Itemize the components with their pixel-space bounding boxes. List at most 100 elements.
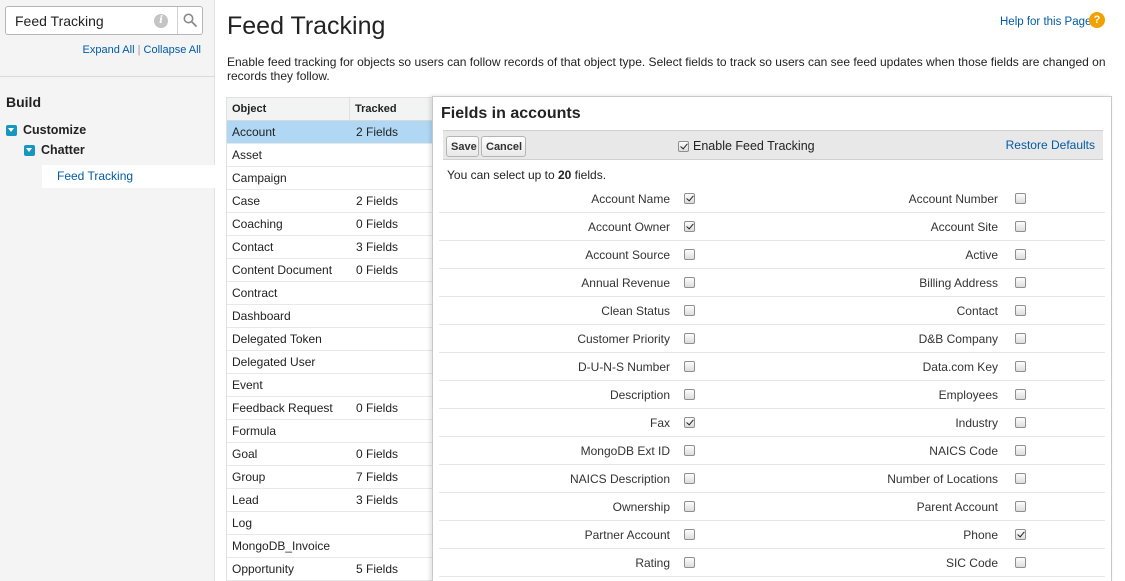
field-label: Contact bbox=[956, 304, 998, 318]
search-button[interactable] bbox=[178, 7, 203, 34]
field-label: Industry bbox=[955, 416, 998, 430]
enable-feed-tracking-checkbox[interactable] bbox=[678, 140, 689, 152]
field-checkbox[interactable] bbox=[1015, 389, 1026, 400]
field-checkbox[interactable] bbox=[1015, 473, 1026, 484]
object-row[interactable]: Content Document 0 Fields bbox=[227, 259, 433, 282]
quick-find-input[interactable] bbox=[6, 7, 146, 34]
field-checkbox[interactable] bbox=[1015, 249, 1026, 260]
collapse-all-link[interactable]: Collapse All bbox=[144, 44, 201, 56]
field-checkbox[interactable] bbox=[684, 501, 695, 512]
expand-all-link[interactable]: Expand All bbox=[83, 44, 135, 56]
field-checkbox[interactable] bbox=[684, 277, 695, 288]
tracked-count: 5 Fields bbox=[356, 562, 399, 576]
field-checkbox[interactable] bbox=[1015, 333, 1026, 344]
field-checkbox[interactable] bbox=[684, 445, 695, 456]
field-checkbox[interactable] bbox=[684, 249, 695, 260]
object-row[interactable]: Case 2 Fields bbox=[227, 190, 433, 213]
field-label: NAICS Description bbox=[569, 472, 670, 486]
help-icon[interactable]: ? bbox=[1089, 12, 1105, 28]
object-row[interactable]: Event bbox=[227, 374, 433, 397]
object-row[interactable]: Formula bbox=[227, 420, 433, 443]
object-name[interactable]: Delegated Token bbox=[227, 328, 351, 350]
object-name[interactable]: Asset bbox=[227, 144, 351, 166]
field-checkbox[interactable] bbox=[684, 193, 695, 204]
object-row[interactable]: Delegated Token bbox=[227, 328, 433, 351]
object-name[interactable]: Formula bbox=[227, 420, 351, 442]
object-name[interactable]: Campaign bbox=[227, 167, 351, 189]
tree-node-chatter[interactable]: Chatter bbox=[24, 143, 85, 157]
field-checkbox[interactable] bbox=[684, 361, 695, 372]
field-label: Partner Account bbox=[584, 528, 670, 542]
object-row[interactable]: MongoDB_Invoice bbox=[227, 535, 433, 558]
tracked-count bbox=[351, 328, 356, 350]
object-row[interactable]: Lead 3 Fields bbox=[227, 489, 433, 512]
object-row[interactable]: Group 7 Fields bbox=[227, 466, 433, 489]
field-checkbox[interactable] bbox=[684, 557, 695, 568]
field-checkbox[interactable] bbox=[1015, 501, 1026, 512]
restore-defaults-link[interactable]: Restore Defaults bbox=[1006, 138, 1095, 152]
object-row[interactable]: Delegated User bbox=[227, 351, 433, 374]
field-row: Description Employees bbox=[439, 381, 1105, 409]
tracked-count bbox=[351, 420, 356, 442]
object-row[interactable]: Account 2 Fields bbox=[227, 121, 433, 144]
object-name[interactable]: Feedback Request bbox=[227, 397, 351, 419]
object-name[interactable]: Dashboard bbox=[227, 305, 351, 327]
field-checkbox[interactable] bbox=[1015, 277, 1026, 288]
object-row[interactable]: Campaign bbox=[227, 167, 433, 190]
cancel-button[interactable]: Cancel bbox=[481, 136, 526, 157]
object-name[interactable]: Contract bbox=[227, 282, 351, 304]
field-checkbox[interactable] bbox=[684, 305, 695, 316]
object-name[interactable]: Contact bbox=[227, 236, 351, 258]
limit-suffix: fields. bbox=[571, 168, 607, 182]
field-checkbox[interactable] bbox=[684, 473, 695, 484]
object-name[interactable]: Group bbox=[227, 466, 351, 488]
field-checkbox[interactable] bbox=[684, 389, 695, 400]
tree-node-customize[interactable]: Customize bbox=[6, 123, 86, 137]
field-checkbox[interactable] bbox=[1015, 529, 1026, 540]
object-name[interactable]: MongoDB_Invoice bbox=[227, 535, 351, 557]
object-name[interactable]: Log bbox=[227, 512, 351, 534]
field-rows: Account Name Account Number Account Owner A… bbox=[439, 185, 1105, 577]
field-checkbox[interactable] bbox=[1015, 221, 1026, 232]
object-name[interactable]: Coaching bbox=[227, 213, 351, 235]
object-row[interactable]: Goal 0 Fields bbox=[227, 443, 433, 466]
field-checkbox[interactable] bbox=[1015, 445, 1026, 456]
object-name[interactable]: Lead bbox=[227, 489, 351, 511]
object-row[interactable]: Dashboard bbox=[227, 305, 433, 328]
object-row[interactable]: Contract bbox=[227, 282, 433, 305]
field-checkbox[interactable] bbox=[1015, 305, 1026, 316]
column-header-object: Object bbox=[227, 98, 350, 120]
save-button[interactable]: Save bbox=[446, 136, 479, 157]
field-checkbox[interactable] bbox=[1015, 417, 1026, 428]
object-name[interactable]: Content Document bbox=[227, 259, 351, 281]
tracked-count bbox=[351, 512, 356, 534]
object-row[interactable]: Feedback Request 0 Fields bbox=[227, 397, 433, 420]
object-name[interactable]: Delegated User bbox=[227, 351, 351, 373]
sidebar-divider bbox=[0, 76, 215, 77]
object-name[interactable]: Goal bbox=[227, 443, 351, 465]
tree-node-feed-tracking[interactable]: Feed Tracking bbox=[42, 165, 215, 188]
tracked-count: 3 Fields bbox=[356, 240, 399, 254]
tracked-count: 0 Fields bbox=[356, 401, 399, 415]
object-row[interactable]: Contact 3 Fields bbox=[227, 236, 433, 259]
enable-feed-tracking[interactable]: Enable Feed Tracking bbox=[678, 139, 815, 153]
collapse-arrow-icon[interactable] bbox=[6, 124, 17, 136]
field-checkbox[interactable] bbox=[684, 221, 695, 232]
object-row[interactable]: Log bbox=[227, 512, 433, 535]
object-row[interactable]: Opportunity 5 Fields bbox=[227, 558, 433, 581]
object-name[interactable]: Case bbox=[227, 190, 351, 212]
field-checkbox[interactable] bbox=[1015, 193, 1026, 204]
field-checkbox[interactable] bbox=[1015, 361, 1026, 372]
info-icon[interactable]: i bbox=[154, 14, 168, 28]
object-name[interactable]: Event bbox=[227, 374, 351, 396]
object-name[interactable]: Account bbox=[227, 121, 351, 143]
collapse-arrow-icon[interactable] bbox=[24, 144, 35, 156]
object-row[interactable]: Coaching 0 Fields bbox=[227, 213, 433, 236]
help-link[interactable]: Help for this Page bbox=[1000, 16, 1091, 28]
field-checkbox[interactable] bbox=[684, 417, 695, 428]
field-checkbox[interactable] bbox=[684, 333, 695, 344]
object-name[interactable]: Opportunity bbox=[227, 558, 351, 580]
field-checkbox[interactable] bbox=[1015, 557, 1026, 568]
field-checkbox[interactable] bbox=[684, 529, 695, 540]
object-row[interactable]: Asset bbox=[227, 144, 433, 167]
